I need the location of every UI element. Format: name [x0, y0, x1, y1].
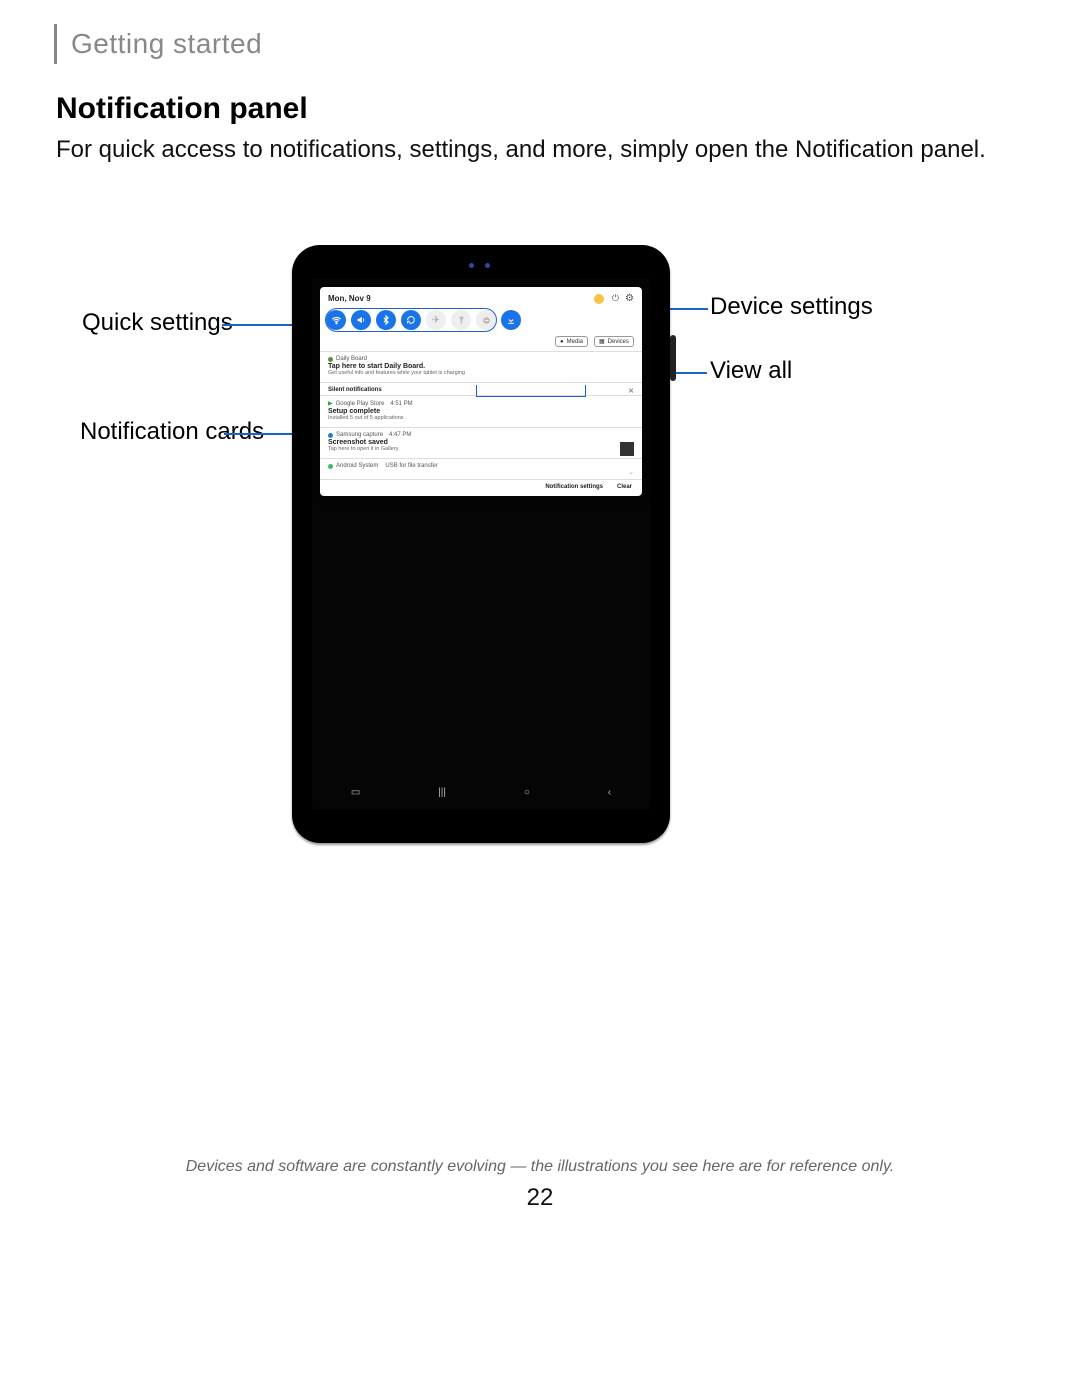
bluetooth-icon[interactable]: [376, 310, 396, 330]
card-title: Setup complete: [328, 408, 634, 415]
android-icon: [328, 464, 333, 469]
airplane-icon[interactable]: ✈: [426, 310, 446, 330]
card-app-row: Android System USB for file transfer: [328, 463, 634, 469]
panel-header: Mon, Nov 9 ⏻ ⚙: [320, 287, 642, 306]
card-app-row: Samsung capture 4:47 PM: [328, 432, 634, 438]
card-app-row: ▶ Google Play Store 4:51 PM: [328, 400, 634, 407]
card-app-name: Google Play Store: [336, 401, 385, 407]
card-app-name: Samsung capture: [336, 432, 383, 438]
sensor-dot: [469, 263, 474, 268]
card-subtitle: Tap here to open it in Gallery.: [328, 446, 634, 452]
silent-header-label: Silent notifications: [328, 387, 382, 393]
callout-device-settings: Device settings: [710, 293, 873, 321]
app-icon: [328, 357, 333, 362]
sound-icon[interactable]: [351, 310, 371, 330]
nav-pip-icon[interactable]: ▭: [351, 787, 360, 798]
notification-card[interactable]: Daily Board Tap here to start Daily Boar…: [320, 351, 642, 382]
callout-notification-cards: Notification cards: [80, 418, 264, 446]
card-title: USB for file transfer: [385, 463, 437, 469]
notification-card[interactable]: ▶ Google Play Store 4:51 PM Setup comple…: [320, 395, 642, 427]
section-title: Notification panel: [56, 92, 308, 126]
section-description: For quick access to notifications, setti…: [56, 134, 1024, 166]
card-time: 4:51 PM: [390, 401, 412, 407]
tablet-screen: Mon, Nov 9 ⏻ ⚙: [312, 279, 650, 809]
card-app-name: Daily Board: [336, 356, 367, 362]
chapter-title: Getting started: [71, 24, 262, 64]
chevron-down-icon[interactable]: ⌄: [628, 468, 634, 476]
callout-quick-settings: Quick settings: [82, 309, 233, 337]
notification-card[interactable]: Android System USB for file transfer ⌄: [320, 458, 642, 479]
tablet-device: Mon, Nov 9 ⏻ ⚙: [292, 245, 670, 843]
devices-chip-label: Devices: [608, 339, 629, 345]
close-icon[interactable]: ✕: [628, 387, 634, 395]
chapter-header: Getting started: [54, 24, 262, 64]
silent-header: Silent notifications ✕: [320, 382, 642, 395]
clear-button[interactable]: Clear: [617, 484, 632, 490]
dnd-icon[interactable]: [476, 310, 496, 330]
footnote: Devices and software are constantly evol…: [0, 1158, 1080, 1176]
notification-panel: Mon, Nov 9 ⏻ ⚙: [320, 287, 642, 496]
play-store-icon: ▶: [328, 400, 333, 407]
android-navbar: ▭ ||| ○ ‹: [312, 781, 650, 803]
wifi-icon[interactable]: [326, 310, 346, 330]
download-icon[interactable]: [501, 310, 521, 330]
media-chip[interactable]: ●Media: [555, 336, 588, 347]
diagram: Quick settings Notification cards Device…: [0, 245, 1080, 865]
nav-back-icon[interactable]: ‹: [608, 787, 611, 798]
panel-chips: ●Media ▦Devices: [320, 334, 642, 351]
sensor-dot: [485, 263, 490, 268]
gear-icon[interactable]: ⚙: [625, 293, 634, 304]
page-number: 22: [0, 1184, 1080, 1212]
card-title: Tap here to start Daily Board.: [328, 363, 634, 370]
app-icon: [328, 433, 333, 438]
panel-date: Mon, Nov 9: [328, 294, 594, 303]
notification-card[interactable]: Samsung capture 4:47 PM Screenshot saved…: [320, 427, 642, 458]
notification-settings-link[interactable]: Notification settings: [545, 484, 603, 490]
panel-footer: Notification settings Clear: [320, 479, 642, 496]
callout-view-all: View all: [710, 357, 792, 385]
card-time: 4:47 PM: [389, 432, 411, 438]
quick-settings-row: ✈: [320, 306, 642, 334]
status-indicator-icon[interactable]: [594, 294, 604, 304]
chapter-bar: [54, 24, 57, 64]
devices-chip[interactable]: ▦Devices: [594, 336, 634, 347]
card-subtitle: Get useful info and features while your …: [328, 370, 634, 376]
card-app-row: Daily Board: [328, 356, 634, 362]
media-chip-label: Media: [567, 339, 583, 345]
card-subtitle: Installed 5 out of 5 applications: [328, 415, 634, 421]
flashlight-icon[interactable]: [451, 310, 471, 330]
card-title: Screenshot saved: [328, 439, 634, 446]
nav-recents-icon[interactable]: |||: [438, 787, 446, 798]
card-app-name: Android System: [336, 463, 378, 469]
screenshot-thumbnail: [620, 442, 634, 456]
rotate-icon[interactable]: [401, 310, 421, 330]
nav-home-icon[interactable]: ○: [524, 787, 530, 798]
power-icon[interactable]: ⏻: [612, 293, 619, 304]
